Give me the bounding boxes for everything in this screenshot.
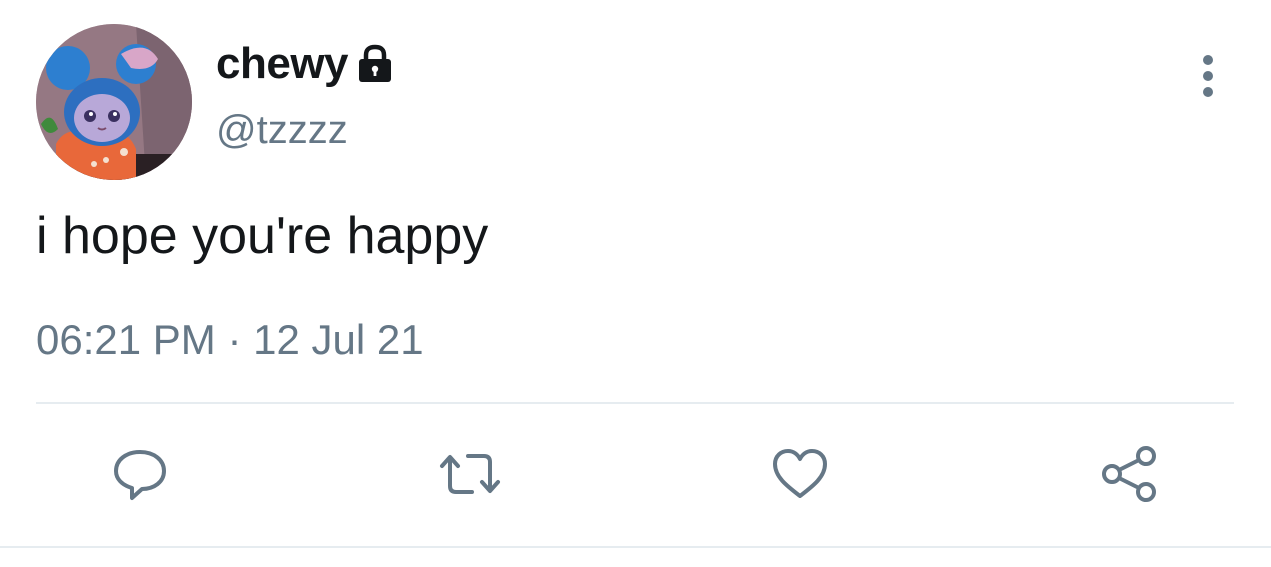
display-name-row[interactable]: chewy [216,36,394,92]
reply-button[interactable] [108,444,172,508]
reply-icon [110,446,170,507]
lock-icon [356,44,394,89]
action-bar [0,444,1271,508]
more-vertical-icon[interactable] [1192,52,1224,100]
tweet-card: chewy @tzzzz i hope you're happy 06:21 P… [0,0,1271,567]
heart-icon [769,446,831,507]
tweet-timestamp[interactable]: 06:21 PM · 12 Jul 21 [36,316,424,364]
share-button[interactable] [1098,444,1162,508]
like-button[interactable] [768,444,832,508]
display-name[interactable]: chewy [216,39,349,89]
retweet-icon [436,446,504,507]
divider [36,402,1234,404]
bottom-divider [0,546,1271,548]
avatar[interactable] [36,24,192,180]
share-icon [1098,444,1162,509]
user-handle[interactable]: @tzzzz [216,108,348,153]
tweet-text: i hope you're happy [36,207,489,265]
avatar-image [36,24,192,180]
retweet-button[interactable] [438,444,502,508]
